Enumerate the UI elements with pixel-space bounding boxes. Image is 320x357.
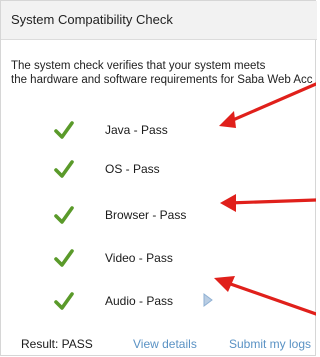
view-details-link[interactable]: View details bbox=[133, 337, 197, 351]
intro-line-1: The system check verifies that your syst… bbox=[11, 60, 266, 72]
check-label-video: Video - Pass bbox=[105, 251, 173, 265]
check-icon bbox=[54, 206, 74, 224]
panel-header: System Compatibility Check bbox=[1, 1, 317, 40]
check-icon bbox=[54, 292, 74, 310]
check-label-os: OS - Pass bbox=[105, 162, 160, 176]
check-row-audio: Audio - Pass bbox=[1, 290, 317, 314]
check-icon bbox=[54, 249, 74, 267]
cursor-icon bbox=[203, 293, 213, 307]
check-icon bbox=[54, 121, 74, 139]
check-row-browser: Browser - Pass bbox=[1, 204, 317, 228]
system-check-panel: System Compatibility Check The system ch… bbox=[0, 0, 317, 357]
check-label-java: Java - Pass bbox=[105, 123, 168, 137]
check-row-os: OS - Pass bbox=[1, 158, 317, 182]
check-label-audio: Audio - Pass bbox=[105, 294, 174, 308]
panel-footer: Result: PASS View details Submit my logs bbox=[1, 331, 317, 357]
check-icon bbox=[54, 160, 74, 178]
check-row-video: Video - Pass bbox=[1, 247, 317, 271]
intro-line-2: the hardware and software requirements f… bbox=[11, 74, 313, 86]
panel-title: System Compatibility Check bbox=[11, 12, 173, 27]
intro-text: The system check verifies that your syst… bbox=[11, 59, 313, 87]
check-row-java: Java - Pass bbox=[1, 119, 317, 143]
submit-logs-link[interactable]: Submit my logs bbox=[229, 337, 311, 351]
result-status: Result: PASS bbox=[21, 337, 93, 351]
check-label-browser: Browser - Pass bbox=[105, 208, 187, 222]
